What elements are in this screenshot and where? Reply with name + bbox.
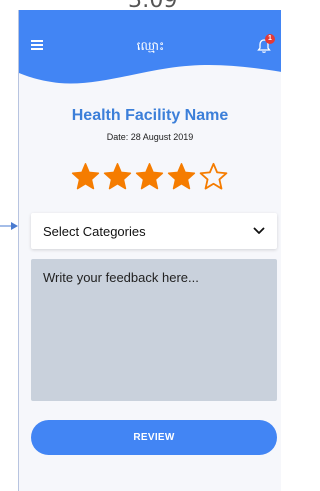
notification-bell-icon[interactable]: 1 xyxy=(256,34,275,54)
review-button[interactable]: REVIEW xyxy=(31,420,277,455)
header-title: ឈ្មោះ xyxy=(136,39,165,53)
feedback-textarea[interactable] xyxy=(31,259,277,401)
star-filled-icon[interactable] xyxy=(167,162,196,191)
star-empty-icon[interactable] xyxy=(199,162,228,191)
app-header: ឈ្មោះ 1 xyxy=(19,10,281,95)
notification-badge: 1 xyxy=(265,34,275,44)
star-filled-icon[interactable] xyxy=(71,162,100,191)
category-select-value: Select Categories xyxy=(43,224,146,239)
app-screen: ឈ្មោះ 1 Health Facility Name Date: 28 Au… xyxy=(18,10,281,491)
star-filled-icon[interactable] xyxy=(135,162,164,191)
category-select[interactable]: Select Categories xyxy=(31,213,277,249)
star-filled-icon[interactable] xyxy=(103,162,132,191)
facility-name: Health Facility Name xyxy=(71,107,229,124)
facility-date: Date: 28 August 2019 xyxy=(106,132,194,142)
pointer-arrow-icon xyxy=(0,222,18,230)
status-bar-clip: 3:09 xyxy=(18,0,281,10)
status-time: 3:09 xyxy=(128,0,177,10)
star-rating[interactable] xyxy=(71,162,228,194)
chevron-down-icon xyxy=(253,227,265,234)
